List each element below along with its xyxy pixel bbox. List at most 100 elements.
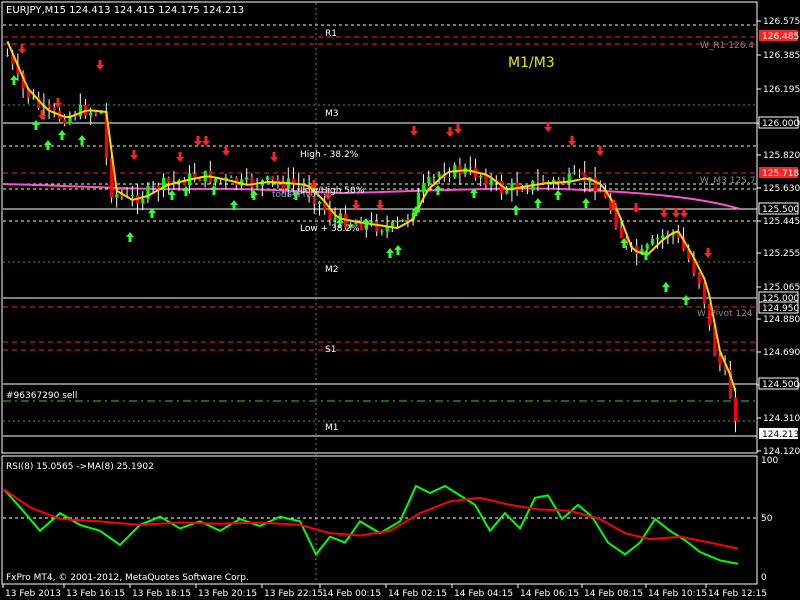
candle-body: [479, 175, 483, 178]
candle-body: [32, 97, 36, 99]
candle-body: [583, 172, 587, 182]
candle-body: [198, 179, 202, 181]
buy-arrow-icon: [682, 295, 690, 305]
buy-arrow-icon: [78, 135, 86, 145]
buy-arrow-icon: [394, 245, 402, 255]
candle-body: [702, 283, 706, 304]
sell-arrow-icon: [222, 146, 230, 156]
candle-body: [130, 195, 134, 197]
tag-125-5: 125.500: [762, 205, 799, 215]
candle-body: [359, 223, 363, 230]
sell-arrow-icon: [446, 127, 454, 137]
candle-body: [63, 119, 67, 124]
buy-arrow-icon: [512, 205, 520, 215]
rsi-pane-frame: [1, 455, 758, 585]
time-tick: 13 Feb 20:15: [198, 589, 257, 599]
candle-body: [401, 219, 405, 222]
buy-arrow-icon: [44, 140, 52, 150]
time-tick: 14 Feb 08:15: [584, 589, 643, 599]
time-tick: 14 Feb 02:15: [388, 589, 447, 599]
price-tick: 125.820: [763, 151, 800, 161]
label-r1: R1: [325, 29, 337, 39]
sell-arrow-icon: [410, 126, 418, 136]
candle-body: [141, 198, 145, 204]
tag-current-price: 124.213: [762, 430, 799, 440]
sell-arrow-icon: [54, 98, 62, 108]
label-low-38: Low + 38.2%: [300, 224, 360, 234]
label-m2: M2: [325, 265, 339, 275]
candle-body: [89, 112, 93, 116]
candle-body: [214, 178, 218, 183]
candle-body: [271, 176, 275, 180]
sell-arrow-icon: [96, 60, 104, 70]
rsi-tick-100: 100: [761, 456, 778, 466]
label-w-r1: W_R1 126.4: [700, 41, 754, 51]
rsi-tick-50: 50: [761, 514, 773, 524]
time-tick: 13 Feb 2013: [5, 589, 61, 599]
candle-body: [484, 175, 488, 185]
daily-moving-average: [2, 183, 741, 210]
sell-arrow-icon: [202, 136, 210, 146]
candle-body: [645, 244, 649, 249]
buy-arrow-icon: [58, 130, 66, 140]
time-tick: 14 Feb 10:15: [648, 589, 707, 599]
level-labels: R1 M3 High - 38.2% Low/High 50% todayPiv…: [6, 29, 756, 433]
candle-body: [266, 176, 270, 181]
buy-arrow-icon: [582, 198, 590, 208]
candle-body: [734, 397, 738, 422]
sell-arrow-icon: [270, 152, 278, 162]
buy-arrow-icon: [662, 282, 670, 292]
time-tick: 13 Feb 16:15: [66, 589, 125, 599]
candle-body: [375, 221, 379, 232]
candle-body: [370, 221, 374, 223]
buy-arrow-icon: [126, 232, 134, 242]
buy-arrow-icon: [32, 120, 40, 130]
tag-124-5: 124.500: [762, 380, 799, 390]
tag-126: 126.000: [762, 119, 799, 129]
rsi-label: RSI(8) 15.0565 ->MA(8) 25.1902: [6, 462, 154, 472]
candle-body: [614, 210, 618, 229]
label-w-m3: W_M3 125.7: [700, 176, 756, 186]
candle-body: [536, 180, 540, 182]
sell-arrow-icon: [632, 203, 640, 213]
candle-body: [167, 177, 171, 183]
candle-body: [572, 172, 576, 174]
tag-pivot: 124.950: [762, 304, 799, 314]
candle-body: [697, 273, 701, 284]
mt4-chart-window[interactable]: EURJPY,M15 124.413 124.415 124.175 124.2…: [0, 0, 800, 600]
candle-body: [245, 177, 249, 180]
candle-body: [78, 104, 82, 117]
candle-body: [520, 190, 524, 192]
price-axis[interactable]: 126.575 126.385 126.195 126.000 125.820 125.6…: [757, 17, 800, 457]
buy-arrow-icon: [250, 190, 258, 200]
buy-arrow-icon: [210, 185, 218, 195]
candle-body: [515, 182, 519, 191]
copyright-footer: FxPro MT4, © 2001-2012, MetaQuotes Softw…: [6, 573, 249, 583]
label-s1: S1: [325, 345, 336, 355]
time-tick: 14 Feb 04:15: [454, 589, 513, 599]
candle-body: [718, 355, 722, 365]
candle-body: [437, 174, 441, 177]
sell-arrow-icon: [130, 150, 138, 160]
indicator-watermark: M1/M3: [508, 55, 555, 71]
candle-body: [650, 238, 654, 245]
buy-arrow-icon: [386, 248, 394, 258]
buy-arrow-icon: [182, 186, 190, 196]
sell-arrow-icon: [596, 146, 604, 156]
candle-body: [115, 194, 119, 198]
candle-body: [458, 164, 462, 174]
label-order-sell[interactable]: #96367290 sell: [6, 391, 77, 401]
buy-arrow-icon: [10, 75, 18, 85]
label-m3: M3: [325, 109, 339, 119]
candle-body: [505, 190, 509, 194]
candle-body: [229, 177, 233, 179]
rsi-line: [3, 484, 739, 565]
time-axis[interactable]: 13 Feb 2013 13 Feb 16:15 13 Feb 18:15 13 Fe…: [2, 584, 767, 599]
sell-arrow-icon: [454, 124, 462, 134]
candle-body: [619, 228, 623, 239]
buy-arrow-icon: [434, 185, 442, 195]
tag-r1: 126.485: [762, 32, 799, 42]
candle-body: [427, 176, 431, 183]
candle-body: [328, 210, 332, 220]
time-tick: 14 Feb 12:15: [708, 589, 767, 599]
